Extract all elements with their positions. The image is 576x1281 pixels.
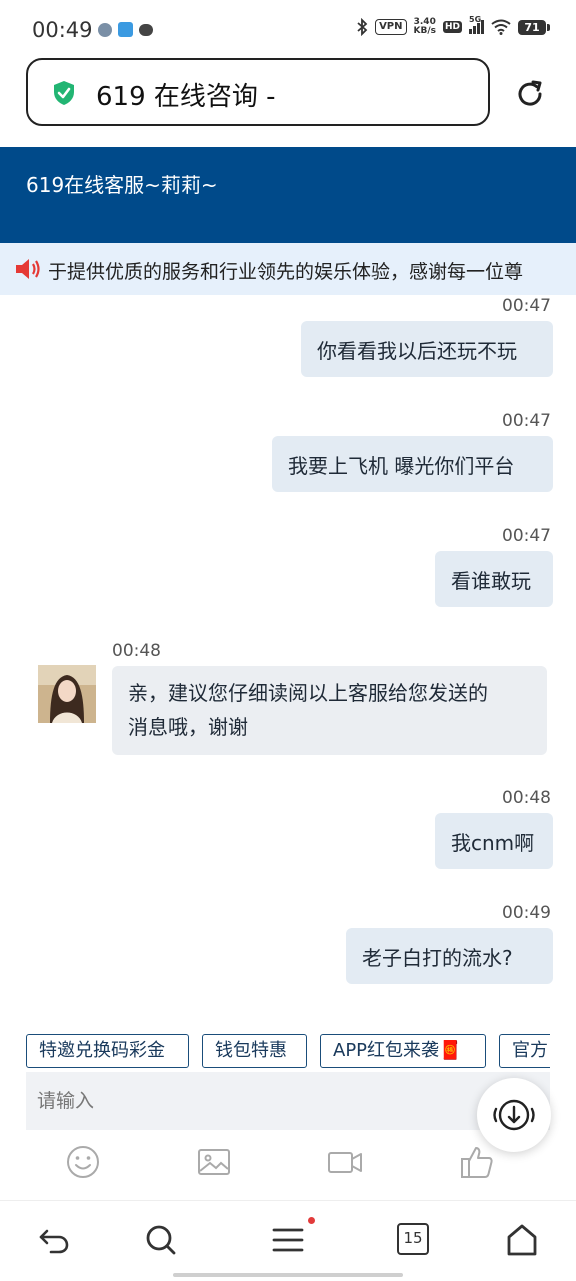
- message-text: 看谁敢玩: [451, 568, 531, 593]
- notification-icons: [98, 22, 153, 37]
- notice-text: 于提供优质的服务和行业领先的娱乐体验，感谢每一位尊: [48, 261, 524, 283]
- message-input[interactable]: [26, 1072, 488, 1130]
- notice-marquee: 于提供优质的服务和行业领先的娱乐体验，感谢每一位尊: [0, 243, 576, 295]
- message-text-line: 消息哦，谢谢: [128, 715, 248, 739]
- message-notification-icon: [139, 23, 153, 36]
- quick-reply-chip[interactable]: APP红包来袭🧧: [320, 1034, 486, 1068]
- message-time: 00:47: [502, 296, 551, 316]
- menu-icon[interactable]: [271, 1223, 305, 1257]
- video-icon[interactable]: [327, 1144, 363, 1180]
- message-text: 我要上飞机 曝光你们平台: [288, 453, 515, 478]
- message-time: 00:47: [502, 411, 551, 431]
- reload-icon[interactable]: [514, 78, 546, 110]
- user-message-bubble: 我要上飞机 曝光你们平台: [272, 436, 553, 492]
- quick-reply-chip[interactable]: 特邀兑换码彩金: [26, 1034, 189, 1068]
- user-message-bubble: 看谁敢玩: [435, 551, 553, 607]
- bottom-nav: 15: [0, 1200, 576, 1281]
- download-float-button[interactable]: [477, 1078, 551, 1152]
- message-text: 你看看我以后还玩不玩: [317, 338, 517, 363]
- status-time: 00:49: [32, 18, 93, 42]
- status-bar: 00:49 VPN 3.40 KB/s HD 5G 71: [0, 0, 576, 58]
- user-message-bubble: 我cnm啊: [435, 813, 553, 869]
- chat-header: 619在线客服~莉莉~: [0, 147, 576, 243]
- image-icon[interactable]: [196, 1144, 232, 1180]
- message-text-line: 亲，建议您仔细读阅以上客服给您发送的: [128, 681, 488, 705]
- vpn-badge: VPN: [375, 19, 407, 35]
- cellular-signal-icon: 5G: [469, 15, 484, 34]
- speaker-icon: [16, 259, 40, 279]
- bluetooth-icon: [357, 18, 368, 36]
- search-icon[interactable]: [144, 1223, 178, 1257]
- network-speed: 3.40 KB/s: [413, 17, 436, 36]
- agent-avatar[interactable]: [38, 665, 96, 723]
- download-icon: [493, 1099, 535, 1131]
- wifi-icon: [491, 19, 511, 35]
- page-title: 619 在线咨询 -: [96, 82, 276, 112]
- message-input-area: [26, 1072, 550, 1130]
- app-notification-icon: [98, 22, 112, 37]
- message-time: 00:48: [112, 641, 161, 661]
- quick-reply-chip[interactable]: 钱包特惠: [202, 1034, 307, 1068]
- status-right: VPN 3.40 KB/s HD 5G 71: [356, 15, 550, 36]
- message-text: 老子白打的流水?: [362, 945, 513, 970]
- tabs-count: 15: [403, 1229, 423, 1247]
- avatar-image: [38, 665, 96, 723]
- user-message-bubble: 老子白打的流水?: [346, 928, 553, 984]
- shield-check-icon: [54, 81, 74, 105]
- app-badge-icon: [118, 22, 133, 37]
- message-time: 00:47: [502, 526, 551, 546]
- quick-reply-chip[interactable]: 官方: [499, 1034, 550, 1068]
- chat-header-title: 619在线客服~莉莉~: [26, 173, 218, 197]
- hd-badge: HD: [442, 21, 462, 33]
- message-time: 00:49: [502, 903, 551, 923]
- battery-icon: 71: [518, 19, 550, 35]
- quick-reply-bar: 特邀兑换码彩金 钱包特惠 APP红包来袭🧧 官方: [26, 1034, 550, 1070]
- tabs-button[interactable]: 15: [397, 1223, 429, 1255]
- thumbs-up-icon[interactable]: [459, 1144, 495, 1180]
- message-time: 00:48: [502, 788, 551, 808]
- emoji-icon[interactable]: [65, 1144, 101, 1180]
- back-icon[interactable]: [37, 1223, 71, 1257]
- message-text: 我cnm啊: [451, 830, 535, 855]
- notification-dot: [308, 1217, 315, 1224]
- address-bar[interactable]: 619 在线咨询 -: [26, 58, 490, 126]
- home-icon[interactable]: [505, 1223, 539, 1257]
- user-message-bubble: 你看看我以后还玩不玩: [301, 321, 553, 377]
- home-indicator: [173, 1273, 403, 1277]
- agent-message-bubble: 亲，建议您仔细读阅以上客服给您发送的 消息哦，谢谢: [112, 666, 547, 755]
